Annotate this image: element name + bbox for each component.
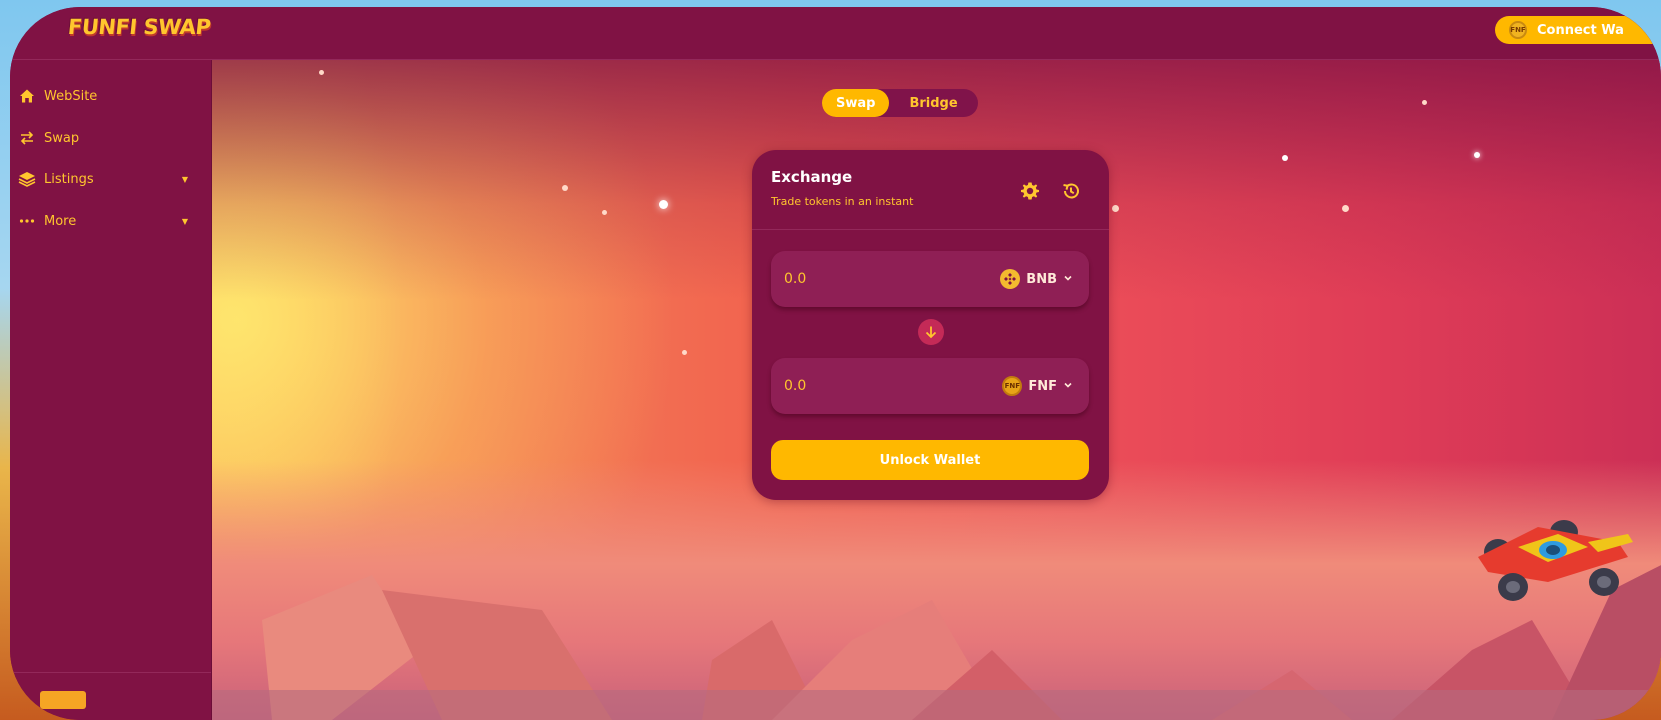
sidebar-footer	[10, 672, 211, 720]
arrow-down-icon	[925, 326, 937, 339]
from-token-select[interactable]: BNB	[1000, 267, 1073, 291]
sidebar-item-swap[interactable]: Swap	[18, 126, 188, 150]
from-amount-input[interactable]	[784, 268, 964, 290]
sidebar: WebSite Swap Listings ▼ More ▼	[10, 60, 212, 720]
swap-bridge-tabs: Swap Bridge	[822, 89, 978, 117]
history-icon[interactable]	[1061, 181, 1081, 201]
chevron-down-icon	[1063, 379, 1073, 394]
to-token-select[interactable]: FNF FNF	[1002, 374, 1073, 398]
star	[562, 185, 568, 191]
connect-wallet-label: Connect Wa	[1537, 22, 1624, 38]
from-token-box: BNB	[771, 251, 1089, 307]
more-dots-icon	[18, 212, 36, 230]
star	[1112, 205, 1119, 212]
exchange-card: Exchange Trade tokens in an instant 0.0 …	[752, 150, 1109, 500]
sidebar-item-label: WebSite	[44, 88, 98, 104]
to-token-symbol: FNF	[1028, 378, 1057, 394]
connect-wallet-button[interactable]: FNF Connect Wa	[1495, 16, 1661, 44]
exchange-title: Exchange	[771, 168, 853, 186]
fnf-token-icon: FNF	[1002, 376, 1023, 396]
chevron-down-icon: ▼	[181, 216, 188, 226]
funfi-swap-logo[interactable]: FUNFI SWAP	[67, 15, 212, 39]
chevron-down-icon: ▼	[181, 174, 188, 184]
top-header: FUNFI SWAP FNF Connect Wa	[10, 7, 1661, 60]
exchange-subtitle: Trade tokens in an instant	[771, 195, 914, 208]
unlock-wallet-button[interactable]: Unlock Wallet	[771, 440, 1089, 480]
app-frame: FUNFI SWAP FNF Connect Wa WebSite Swap L…	[10, 7, 1661, 720]
home-icon	[18, 87, 36, 105]
star	[602, 210, 607, 215]
sidebar-item-listings[interactable]: Listings ▼	[18, 167, 188, 191]
to-token-box: FNF FNF	[771, 358, 1089, 414]
bnb-token-icon	[1000, 269, 1021, 289]
race-car-illustration	[1478, 520, 1633, 601]
to-amount-input[interactable]	[784, 375, 964, 397]
sidebar-item-label: Listings	[44, 171, 94, 187]
swap-arrows-icon	[18, 129, 36, 147]
exchange-card-header: Exchange Trade tokens in an instant	[752, 150, 1109, 230]
settings-gear-icon[interactable]	[1020, 181, 1040, 201]
sidebar-item-label: More	[44, 213, 77, 229]
chevron-down-icon	[1063, 272, 1073, 287]
star	[1282, 155, 1288, 161]
star	[682, 350, 687, 355]
sidebar-footer-button[interactable]	[40, 691, 86, 709]
switch-direction-button[interactable]	[918, 319, 944, 345]
star	[1342, 205, 1349, 212]
sidebar-item-more[interactable]: More ▼	[18, 209, 188, 233]
tab-bridge[interactable]: Bridge	[895, 89, 971, 117]
from-token-symbol: BNB	[1026, 271, 1057, 287]
tab-swap[interactable]: Swap	[822, 89, 890, 117]
star	[319, 70, 324, 75]
fnf-coin-icon: FNF	[1509, 21, 1527, 39]
star	[1474, 152, 1480, 158]
star	[1422, 100, 1427, 105]
star	[659, 200, 668, 209]
sidebar-item-label: Swap	[44, 130, 80, 146]
layers-icon	[18, 170, 36, 188]
rock-formations	[212, 565, 1661, 720]
sidebar-item-website[interactable]: WebSite	[18, 84, 188, 108]
